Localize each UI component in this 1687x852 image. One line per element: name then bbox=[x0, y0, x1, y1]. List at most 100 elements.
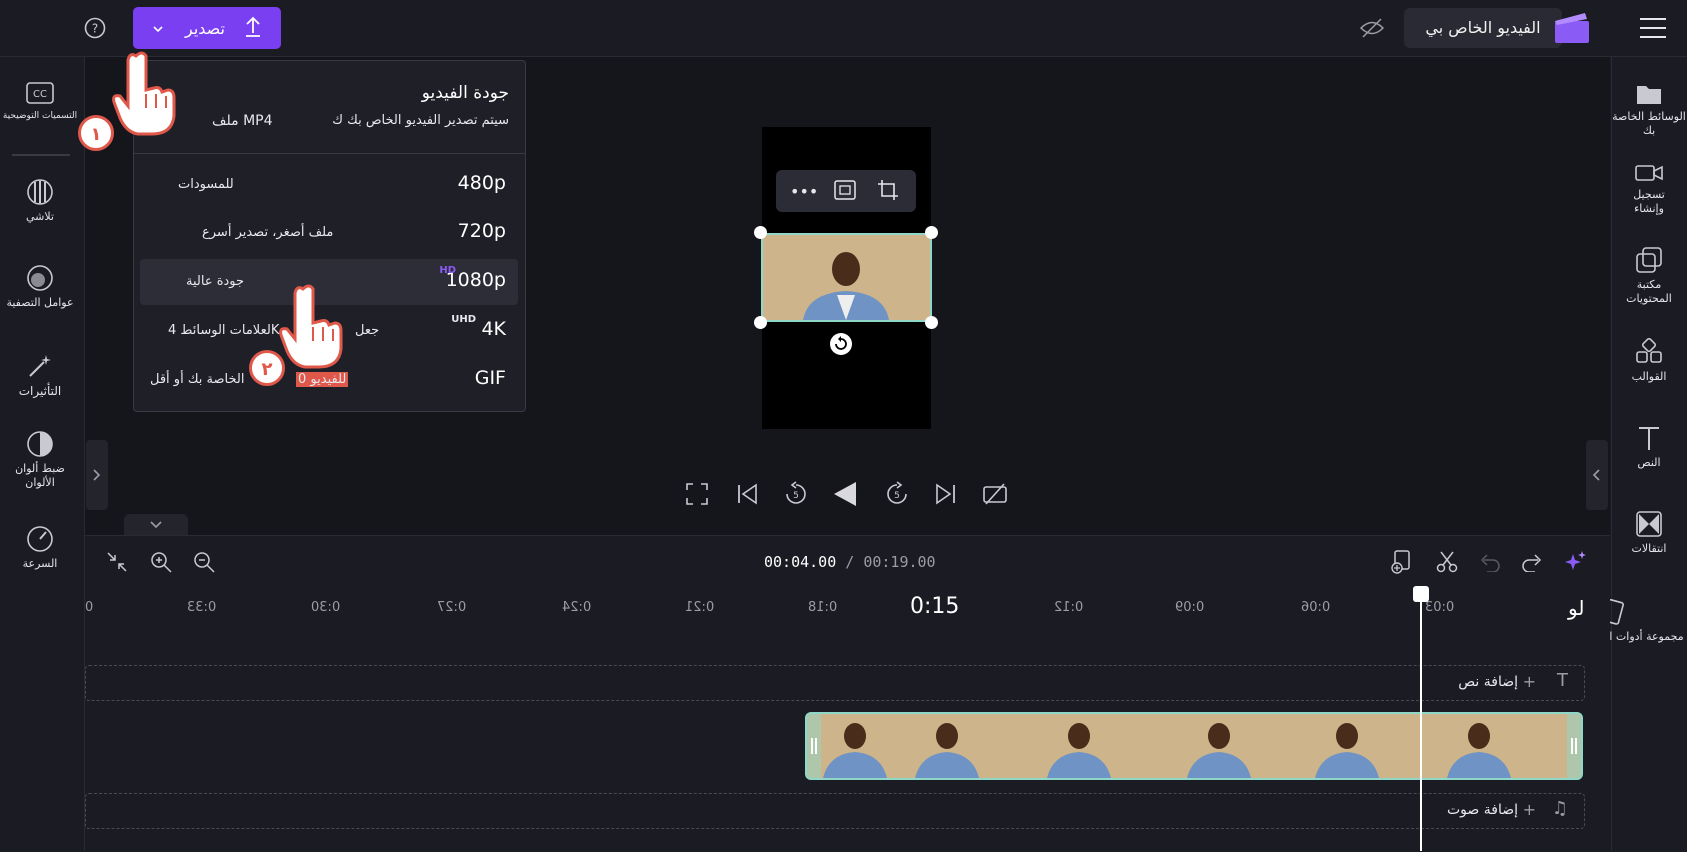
sidebar-label: انتقالات bbox=[1631, 542, 1667, 555]
format-label: ملف MP4 bbox=[212, 113, 273, 129]
option-desc: الخاصة بك أو أقل bbox=[150, 372, 245, 387]
forward-5-icon[interactable]: 5 bbox=[884, 481, 910, 511]
resize-handle[interactable] bbox=[925, 226, 938, 239]
ruler-tick: 0:12 bbox=[1054, 600, 1084, 615]
redo-icon[interactable] bbox=[1521, 552, 1543, 576]
pointing-hand-icon bbox=[275, 283, 347, 375]
collapse-left-panel[interactable] bbox=[86, 440, 108, 510]
option-name: GIF bbox=[474, 367, 506, 389]
export-button[interactable]: تصدير bbox=[133, 7, 281, 49]
timeline-ruler[interactable]: 0:03 0:06 0:09 0:12 0:15 0:18 0:21 0:24 … bbox=[85, 590, 1585, 620]
svg-text:?: ? bbox=[92, 22, 98, 36]
ai-sparkle-icon[interactable] bbox=[1563, 550, 1587, 578]
resize-handle[interactable] bbox=[754, 316, 767, 329]
add-audio-track[interactable]: إضافة صوت + ♫ bbox=[85, 793, 1585, 829]
clip-thumbnails bbox=[807, 714, 1581, 778]
collapse-right-panel[interactable] bbox=[1586, 440, 1608, 510]
collapse-icon[interactable] bbox=[106, 551, 128, 577]
ruler-tick: 0 bbox=[85, 600, 94, 615]
music-note-icon: ♫ bbox=[1551, 798, 1568, 819]
camera-icon bbox=[1609, 162, 1687, 184]
sidebar-fade[interactable]: تلاشي bbox=[0, 178, 80, 224]
zoom-out-icon[interactable] bbox=[193, 551, 215, 577]
sidebar-label: عوامل التصفية bbox=[6, 296, 74, 309]
menu-divider bbox=[134, 153, 525, 154]
add-text-label: إضافة نص bbox=[1458, 674, 1518, 690]
ruler-tick: 0:27 bbox=[437, 600, 467, 615]
sidebar-color-adjust[interactable]: ضبط ألوان الألوان bbox=[0, 430, 80, 490]
pointing-hand-icon bbox=[108, 50, 180, 142]
plus-icon: + bbox=[1522, 800, 1536, 819]
transitions-icon bbox=[1609, 510, 1687, 538]
sidebar-label: السرعة bbox=[22, 557, 58, 570]
camera-off-icon[interactable] bbox=[983, 483, 1007, 509]
playhead-handle[interactable] bbox=[1413, 586, 1429, 602]
hide-preview-icon[interactable] bbox=[1359, 17, 1385, 43]
add-text-track[interactable]: إضافة نص + T bbox=[85, 665, 1585, 701]
uhd-badge: UHD bbox=[451, 314, 476, 325]
captions-icon: CC bbox=[0, 82, 80, 104]
sidebar-speed[interactable]: السرعة bbox=[0, 525, 80, 571]
option-desc: للمسودات bbox=[178, 177, 234, 192]
undo-icon[interactable] bbox=[1479, 552, 1501, 576]
chevron-left-icon bbox=[1592, 469, 1600, 481]
text-icon: T bbox=[1557, 670, 1568, 691]
fit-icon[interactable] bbox=[834, 180, 856, 204]
current-time: 00:04.00 bbox=[764, 553, 837, 571]
time-display: 00:04.00 / 00:19.00 bbox=[764, 553, 936, 571]
sidebar-transitions[interactable]: انتقالات bbox=[1609, 510, 1687, 556]
fullscreen-icon[interactable] bbox=[686, 483, 708, 509]
sidebar-label: النص bbox=[1637, 456, 1661, 469]
fade-icon bbox=[0, 178, 80, 206]
skip-end-icon[interactable] bbox=[935, 483, 957, 509]
sidebar-record-create[interactable]: تسجيل وإنشاء bbox=[1609, 162, 1687, 216]
option-480p[interactable]: 480p للمسودات bbox=[140, 162, 518, 208]
sidebar-filters[interactable]: عوامل التصفية bbox=[0, 264, 80, 310]
sidebar-effects[interactable]: التأثيرات bbox=[0, 352, 80, 399]
option-720p[interactable]: 720p ملف أصغر، تصدير أسرع bbox=[140, 210, 518, 256]
option-desc: ملف أصغر، تصدير أسرع bbox=[202, 225, 334, 240]
sidebar-captions[interactable]: CC التسميات التوضيحية bbox=[0, 82, 80, 123]
playhead[interactable] bbox=[1420, 590, 1422, 851]
crop-icon[interactable] bbox=[877, 179, 899, 205]
total-time: 00:19.00 bbox=[863, 553, 936, 571]
add-media-icon[interactable] bbox=[1390, 550, 1412, 578]
play-icon[interactable] bbox=[832, 480, 858, 512]
chevron-down-icon[interactable] bbox=[151, 21, 165, 40]
export-label: تصدير bbox=[184, 19, 225, 38]
rewind-5-icon[interactable]: 5 bbox=[783, 481, 809, 511]
zoom-in-icon[interactable] bbox=[150, 551, 172, 577]
help-icon[interactable]: ? bbox=[84, 17, 106, 39]
option-desc-extra: جعل bbox=[355, 323, 380, 338]
filters-icon bbox=[0, 264, 80, 292]
ruler-tick: 0:18 bbox=[808, 600, 838, 615]
app-logo bbox=[1555, 13, 1589, 47]
sidebar-label: تلاشي bbox=[25, 210, 54, 223]
floating-toolbar: ••• bbox=[776, 170, 916, 212]
plus-icon: + bbox=[1522, 672, 1536, 691]
resize-handle[interactable] bbox=[754, 226, 767, 239]
sidebar-your-media[interactable]: الوسائط الخاصة بك bbox=[1609, 82, 1687, 138]
video-clip[interactable] bbox=[805, 712, 1583, 780]
svg-text:5: 5 bbox=[894, 491, 900, 501]
menu-icon[interactable] bbox=[1639, 16, 1667, 44]
person-thumbnail bbox=[763, 235, 930, 320]
ruler-tick: 0:30 bbox=[311, 600, 341, 615]
skip-start-icon[interactable] bbox=[736, 483, 758, 509]
folder-icon bbox=[1609, 82, 1687, 106]
rotate-icon[interactable] bbox=[829, 332, 853, 360]
sidebar-templates[interactable]: القوالب bbox=[1609, 338, 1687, 384]
effects-wand-icon bbox=[0, 352, 80, 380]
templates-icon bbox=[1609, 338, 1687, 366]
more-options-icon[interactable]: ••• bbox=[790, 182, 818, 201]
collapse-timeline-toggle[interactable] bbox=[124, 514, 188, 535]
sidebar-content-library[interactable]: مكتبة المحتويات bbox=[1609, 246, 1687, 306]
ruler-tick: 0:09 bbox=[1175, 600, 1205, 615]
split-scissors-icon[interactable] bbox=[1436, 551, 1458, 577]
resize-handle[interactable] bbox=[925, 316, 938, 329]
project-title[interactable]: الفيديو الخاص بي bbox=[1404, 8, 1562, 48]
step-badge-1: ١ bbox=[78, 115, 114, 151]
sidebar-text[interactable]: النص bbox=[1609, 424, 1687, 470]
option-name: 720p bbox=[457, 220, 506, 242]
video-frame[interactable] bbox=[761, 233, 932, 322]
